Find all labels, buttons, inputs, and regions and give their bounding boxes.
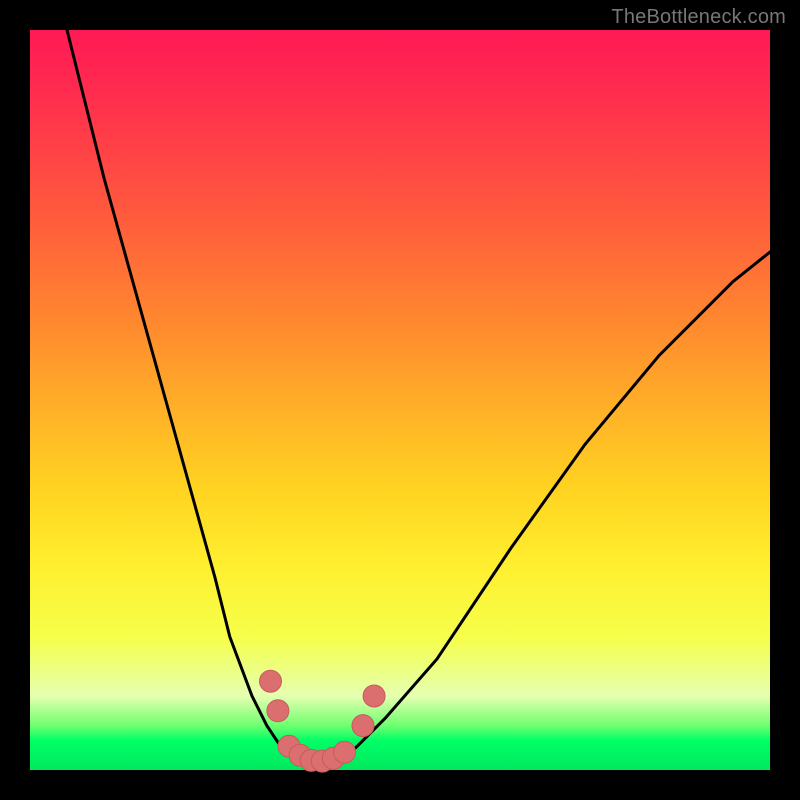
bottleneck-curve [67, 30, 770, 763]
marker-left-lower [267, 700, 289, 722]
curve-svg [30, 30, 770, 770]
marker-left-upper [260, 670, 282, 692]
plot-area [30, 30, 770, 770]
chart-frame: TheBottleneck.com [0, 0, 800, 800]
marker-right-lower [352, 715, 374, 737]
marker-right-upper [363, 685, 385, 707]
marker-group [260, 670, 386, 772]
marker-valley-6 [334, 741, 356, 763]
watermark-text: TheBottleneck.com [611, 6, 786, 29]
